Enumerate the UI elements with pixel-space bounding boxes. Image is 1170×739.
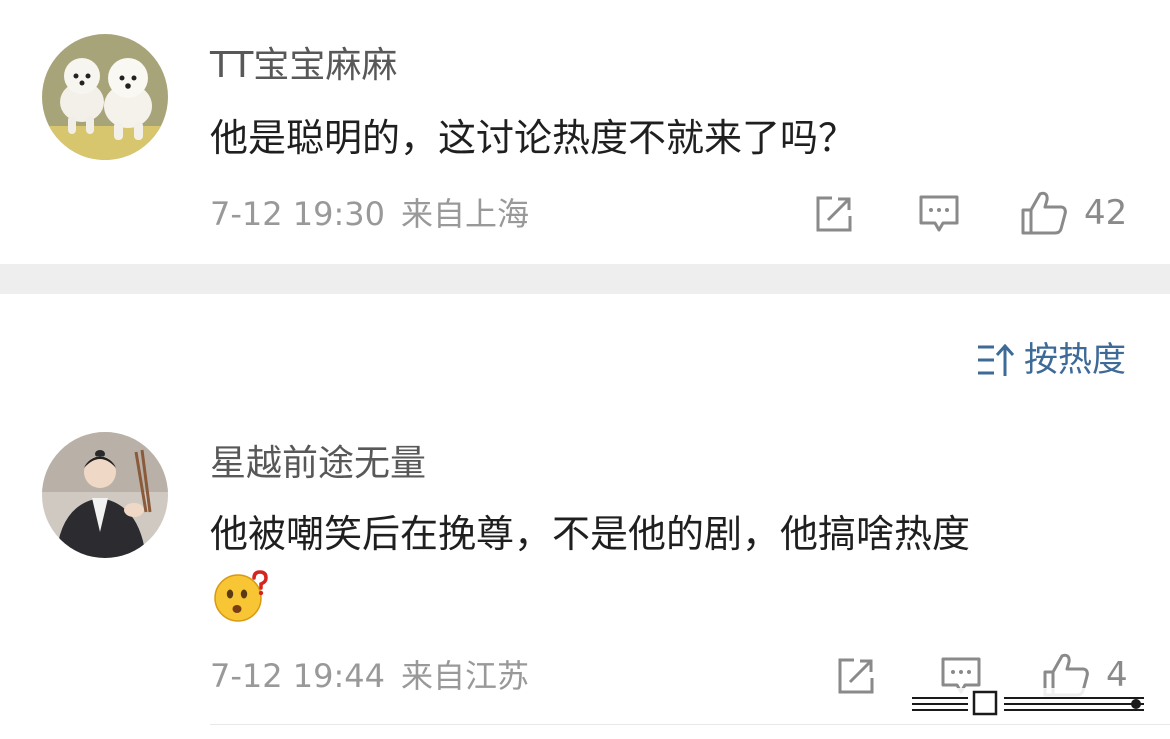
avatar-dogs-image (42, 34, 168, 160)
comment-item: TT宝宝麻麻 他是聪明的，这讨论热度不就来了吗？ 7-12 19:30 来自上海 … (0, 0, 1170, 264)
like-button[interactable]: 42 (1020, 190, 1127, 236)
avatar-person-image (42, 432, 168, 558)
comment-meta: 7-12 19:44 来自江苏 (210, 658, 529, 694)
comment-button[interactable] (918, 194, 960, 234)
comment-date: 7-12 19:44 (210, 657, 386, 695)
thumbs-up-icon (1021, 191, 1067, 235)
username[interactable]: TT宝宝麻麻 (210, 46, 397, 86)
share-button[interactable] (836, 656, 876, 696)
comment-text: 他被嘲笑后在挽尊，不是他的剧，他搞啥热度 (210, 512, 971, 556)
comment-meta: 7-12 19:30 来自上海 (210, 196, 529, 232)
avatar[interactable] (42, 432, 168, 558)
sort-by-heat-button[interactable]: 按热度 (976, 340, 1126, 380)
share-icon (816, 196, 852, 232)
username[interactable]: 星越前途无量 (210, 444, 426, 484)
divider-line (210, 724, 1170, 725)
share-button[interactable] (814, 194, 854, 234)
comment-text: 他是聪明的，这讨论热度不就来了吗？ (210, 116, 857, 160)
comment-date: 7-12 19:30 (210, 195, 386, 233)
section-divider (0, 264, 1170, 294)
watermark-logo (908, 688, 1148, 718)
comment-location: 来自江苏 (401, 657, 530, 695)
comment-location: 来自上海 (401, 195, 530, 233)
comment-icon (919, 195, 959, 232)
share-icon (838, 658, 874, 694)
like-count: 42 (1084, 193, 1128, 233)
sort-icon (978, 343, 1014, 376)
confused-face-emoji (212, 570, 268, 622)
avatar[interactable] (42, 34, 168, 160)
sort-label: 按热度 (1024, 340, 1126, 380)
